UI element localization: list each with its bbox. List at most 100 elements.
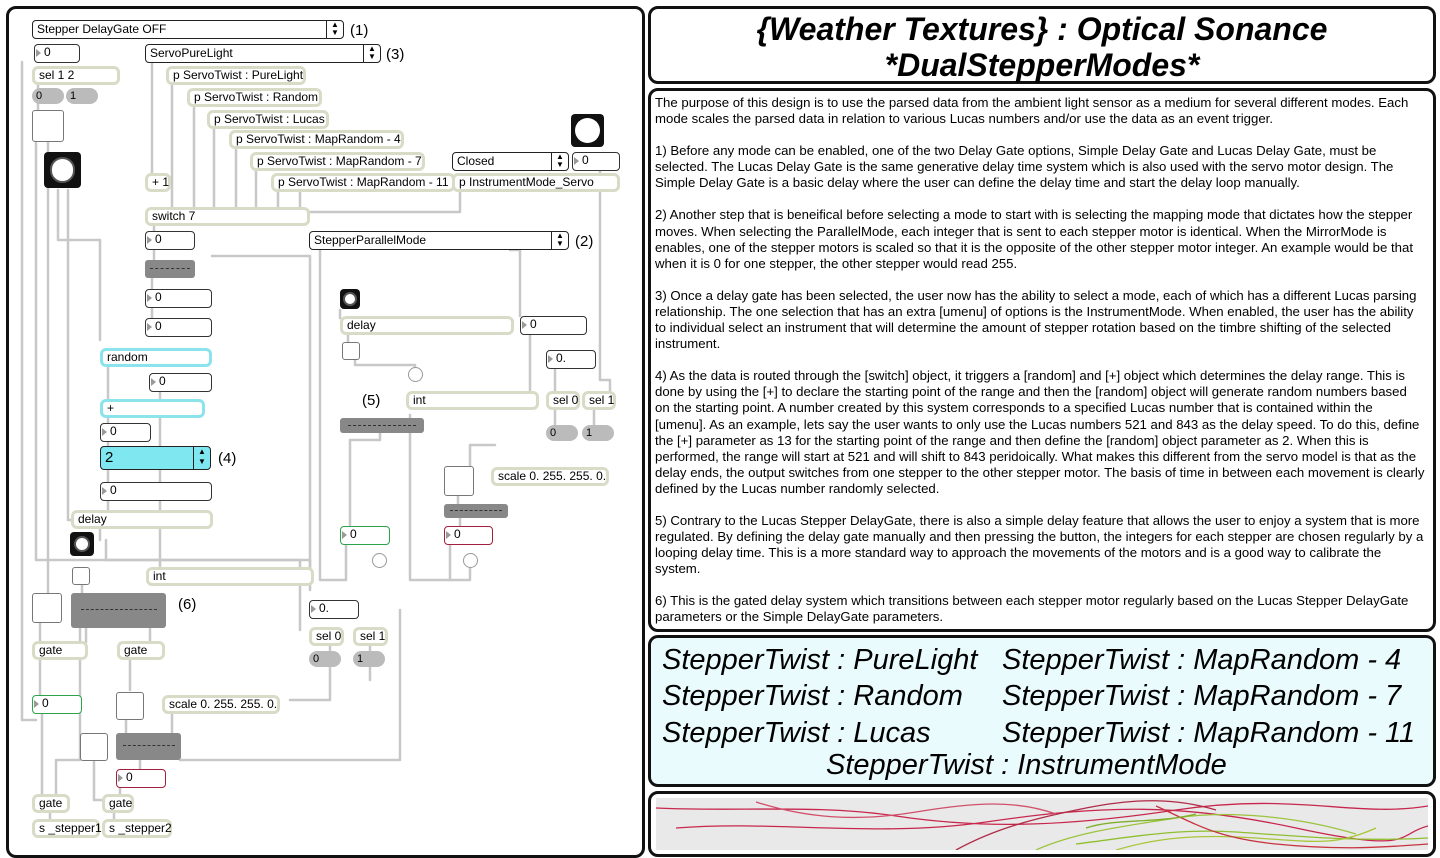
servo-maprandom7-subpatch[interactable]: p ServoTwist : MapRandom - 7: [250, 152, 425, 171]
number-box[interactable]: 0: [572, 152, 620, 171]
random-object[interactable]: random: [100, 348, 212, 367]
servo-purelight-subpatch[interactable]: p ServoTwist : PureLight: [166, 66, 306, 85]
mapping-mode-menu-value: StepperParallelMode: [314, 233, 427, 247]
number-value: 0: [44, 45, 51, 59]
toggle-circle-icon[interactable]: [44, 152, 81, 188]
mapping-mode-menu[interactable]: StepperParallelMode ▲ ▼: [309, 231, 569, 250]
bang-button[interactable]: [342, 342, 360, 360]
servo-mode-menu[interactable]: ServoPureLight ▲ ▼: [145, 44, 381, 63]
number-value: 0: [159, 374, 166, 388]
number-box[interactable]: 0: [145, 231, 195, 250]
number-box[interactable]: 0: [149, 373, 212, 392]
label-1: (1): [350, 22, 369, 39]
number-box[interactable]: 0: [32, 695, 82, 714]
description-step-4: 4) As the data is routed through the [sw…: [655, 368, 1425, 496]
delaygate-menu-value: Stepper DelayGate OFF: [37, 22, 167, 36]
servo-random-subpatch[interactable]: p ServoTwist : Random: [187, 88, 322, 107]
servo-mode-menu-value: ServoPureLight: [150, 46, 233, 60]
number-value: 0: [126, 770, 133, 784]
mode-maprandom-7: StepperTwist : MapRandom - 7: [1002, 680, 1402, 712]
message-one[interactable]: 1: [582, 425, 614, 441]
servo-maprandom11-subpatch[interactable]: p ServoTwist : MapRandom - 11: [271, 173, 455, 192]
title-line-1: {Weather Textures} : Optical Sonance: [756, 11, 1328, 47]
toggle-circle-icon[interactable]: [70, 532, 94, 556]
gswitch-object[interactable]: [71, 593, 166, 628]
gate-object[interactable]: gate: [32, 641, 88, 660]
title-panel: {Weather Textures} : Optical Sonance *Du…: [648, 6, 1436, 84]
number-value: 0: [454, 527, 461, 541]
gate-object[interactable]: gate: [102, 794, 134, 813]
number-box[interactable]: 0: [340, 526, 390, 545]
send-stepper2-object[interactable]: s _stepper2: [102, 819, 172, 838]
bang-button[interactable]: [32, 593, 62, 623]
message-one[interactable]: 1: [353, 651, 385, 667]
gswitch-object[interactable]: [444, 504, 508, 518]
gswitch-object[interactable]: [340, 418, 424, 433]
message-zero[interactable]: 0: [546, 425, 578, 441]
bang-button[interactable]: [444, 466, 474, 496]
gate-object[interactable]: gate: [32, 794, 70, 813]
number-box[interactable]: 0: [520, 316, 587, 335]
int-object[interactable]: int: [146, 567, 314, 586]
message-zero[interactable]: 0: [309, 651, 341, 667]
description-text: The purpose of this design is to use the…: [655, 95, 1425, 642]
number-value: 0: [530, 317, 537, 331]
float-box[interactable]: 0.: [309, 600, 359, 619]
gswitch-object[interactable]: [116, 733, 181, 760]
title-line-2: *DualStepperModes*: [884, 47, 1200, 83]
gate-object[interactable]: gate: [117, 641, 165, 660]
number-box[interactable]: 0: [116, 769, 166, 788]
led-icon: [408, 367, 423, 382]
servo-maprandom4-subpatch[interactable]: p ServoTwist : MapRandom - 4: [229, 130, 404, 149]
led-icon: [372, 553, 387, 568]
scale-object[interactable]: scale 0. 255. 255. 0.: [162, 695, 280, 714]
switch-object[interactable]: switch 7: [145, 207, 310, 226]
bang-button[interactable]: [32, 110, 64, 142]
float-box[interactable]: 0.: [546, 350, 596, 369]
plus-one-object[interactable]: + 1: [145, 173, 171, 192]
sel-object[interactable]: sel 0: [309, 627, 344, 646]
message-zero[interactable]: 0: [32, 88, 64, 104]
sel-object[interactable]: sel 1: [353, 627, 388, 646]
delay-object[interactable]: delay: [71, 510, 213, 529]
toggle-circle-icon[interactable]: [340, 289, 360, 309]
number-value: 0: [350, 527, 357, 541]
instrument-menu[interactable]: Closed ▲ ▼: [452, 152, 569, 171]
servo-lucas-subpatch[interactable]: p ServoTwist : Lucas: [207, 110, 329, 129]
dial-icon[interactable]: [571, 114, 604, 147]
int-object[interactable]: int: [406, 391, 539, 410]
delaygate-menu[interactable]: Stepper DelayGate OFF ▲ ▼: [32, 20, 344, 39]
number-box[interactable]: 0: [100, 423, 151, 442]
page-title: {Weather Textures} : Optical Sonance *Du…: [651, 11, 1433, 83]
sel-object[interactable]: sel 1: [582, 391, 616, 410]
delay-object[interactable]: delay: [340, 316, 514, 335]
plus-object[interactable]: +: [100, 399, 205, 418]
label-2: (2): [575, 233, 594, 250]
bang-button[interactable]: [116, 692, 144, 720]
instrumentmode-subpatch[interactable]: p InstrumentMode_Servo: [452, 173, 620, 192]
sel-object[interactable]: sel 1 2: [32, 66, 120, 85]
mode-random: StepperTwist : Random: [662, 680, 963, 712]
gswitch-object[interactable]: [145, 260, 195, 278]
number-value: 0: [582, 153, 589, 167]
bang-button[interactable]: [72, 567, 90, 585]
lucas-number-menu-value: 2: [105, 449, 114, 466]
sel-object[interactable]: sel 0: [546, 391, 580, 410]
number-box[interactable]: 0: [100, 482, 212, 501]
number-value: 0: [155, 232, 162, 246]
number-value: 0: [155, 290, 162, 304]
number-box[interactable]: 0: [444, 526, 493, 545]
lucas-number-menu[interactable]: 2 ▲ ▼: [100, 446, 211, 470]
modes-panel: StepperTwist : PureLight StepperTwist : …: [648, 635, 1436, 787]
send-stepper1-object[interactable]: s _stepper1: [32, 819, 102, 838]
dropdown-arrows-icon: ▲ ▼: [363, 45, 380, 62]
dropdown-arrows-icon: ▲ ▼: [551, 153, 568, 170]
mode-purelight: StepperTwist : PureLight: [662, 644, 978, 676]
number-box[interactable]: 0: [145, 289, 212, 308]
number-box[interactable]: 0: [34, 44, 80, 63]
scale-object[interactable]: scale 0. 255. 255. 0.: [491, 467, 609, 486]
message-one[interactable]: 1: [66, 88, 98, 104]
number-box[interactable]: 0: [145, 318, 212, 337]
description-intro: The purpose of this design is to use the…: [655, 95, 1409, 127]
bang-button[interactable]: [80, 733, 108, 761]
